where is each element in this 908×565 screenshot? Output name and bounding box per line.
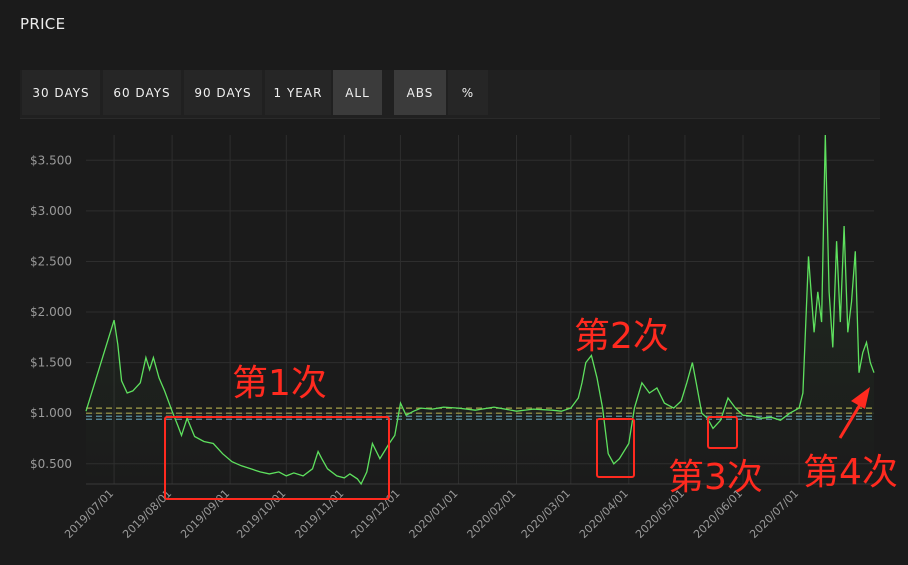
y-tick-label: $2.500 <box>30 254 72 268</box>
x-tick-label: 2019/11/01 <box>292 487 346 541</box>
annotation-label-1: 第1次 <box>232 363 327 404</box>
price-chart: $0.500 $1.000 $1.500 $2.000 $2.500 $3.000 $3.5… <box>30 134 898 541</box>
x-tick-label: 2020/02/01 <box>465 487 519 541</box>
x-tick-label: 2019/07/01 <box>62 487 116 541</box>
x-tick-label: 2019/09/01 <box>178 487 232 541</box>
y-tick-label: $3.500 <box>30 153 72 167</box>
y-tick-label: $1.500 <box>30 356 72 370</box>
x-tick-label: 2019/10/01 <box>234 487 288 541</box>
y-tick-label: $1.000 <box>30 406 72 420</box>
x-tick-label: 2019/08/01 <box>120 487 174 541</box>
x-tick-label: 2019/12/01 <box>349 487 403 541</box>
y-tick-label: $2.000 <box>30 305 72 319</box>
y-tick-label: $0.500 <box>30 457 72 471</box>
annotation-label-4: 第4次 <box>803 452 898 493</box>
x-tick-label: 2020/03/01 <box>519 487 573 541</box>
annotation-label-3: 第3次 <box>668 457 763 498</box>
x-tick-label: 2020/01/01 <box>407 487 461 541</box>
x-tick-label: 2020/04/01 <box>577 487 631 541</box>
price-area <box>86 135 874 484</box>
annotation-label-2: 第2次 <box>574 316 669 357</box>
y-tick-label: $3.000 <box>30 204 72 218</box>
